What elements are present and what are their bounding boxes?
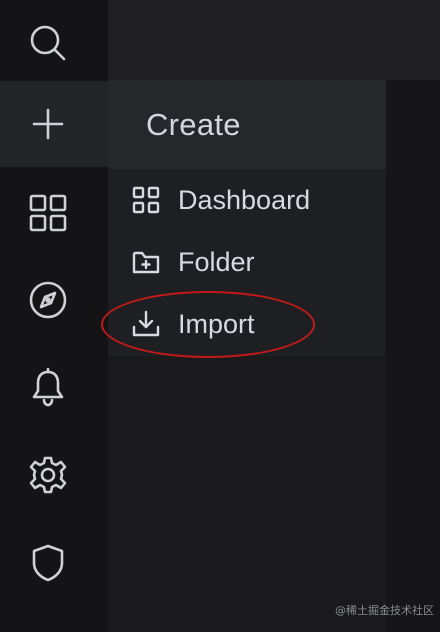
shield-icon bbox=[32, 544, 64, 582]
sidebar-item-alerting[interactable] bbox=[0, 345, 96, 431]
plus-icon bbox=[32, 108, 64, 140]
watermark: @稀土掘金技术社区 bbox=[335, 604, 434, 617]
main-right-panel bbox=[386, 80, 440, 632]
import-icon bbox=[130, 308, 162, 340]
search-icon bbox=[30, 25, 66, 61]
sidebar-item-search[interactable] bbox=[0, 0, 96, 86]
menu-item-label: Import bbox=[178, 308, 255, 339]
sidebar-item-create[interactable] bbox=[0, 81, 108, 167]
app-root: Create Dashboard Folder Import @稀土掘金技术社区 bbox=[0, 0, 440, 632]
sidebar-item-configuration[interactable] bbox=[0, 432, 96, 518]
menu-item-dashboard[interactable]: Dashboard bbox=[108, 172, 386, 228]
sidebar-item-server-admin[interactable] bbox=[0, 520, 96, 606]
flyout-title: Create bbox=[146, 106, 241, 142]
sidebar-item-dashboards[interactable] bbox=[0, 170, 96, 256]
flyout-header: Create bbox=[108, 80, 386, 169]
create-flyout-menu: Create Dashboard Folder Import bbox=[108, 80, 386, 356]
dashboards-icon bbox=[29, 194, 67, 232]
menu-item-folder[interactable]: Folder bbox=[108, 234, 386, 290]
folder-plus-icon bbox=[130, 246, 162, 278]
dashboard-grid-icon bbox=[130, 184, 162, 216]
bell-icon bbox=[32, 367, 64, 407]
sidebar-item-explore[interactable] bbox=[0, 257, 96, 343]
sidebar bbox=[0, 0, 108, 632]
menu-item-label: Dashboard bbox=[178, 184, 311, 215]
menu-item-import[interactable]: Import bbox=[108, 296, 386, 352]
compass-icon bbox=[29, 281, 67, 319]
menu-item-label: Folder bbox=[178, 246, 255, 277]
gear-icon bbox=[29, 456, 67, 494]
